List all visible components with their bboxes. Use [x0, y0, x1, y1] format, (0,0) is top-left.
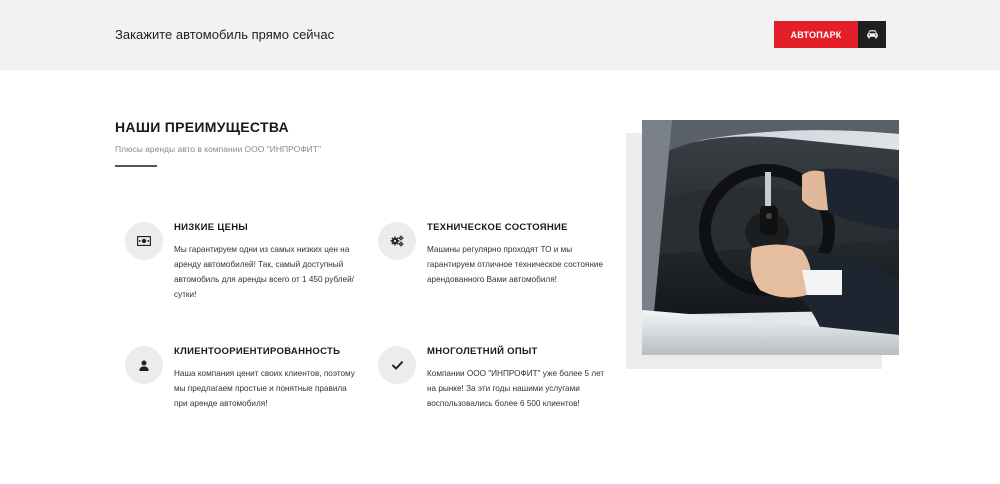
section-divider [115, 165, 157, 167]
money-icon [125, 222, 163, 260]
feature-title: КЛИЕНТООРИЕНТИРОВАННОСТЬ [174, 346, 341, 357]
feature-title: НИЗКИЕ ЦЕНЫ [174, 222, 248, 233]
check-icon [378, 346, 416, 384]
feature-text: Мы гарантируем одни из самых низких цен … [174, 245, 354, 299]
car-icon [858, 21, 886, 48]
feature-title: МНОГОЛЕТНИЙ ОПЫТ [427, 346, 538, 357]
feature-text: Машины регулярно проходят ТО и мы гарант… [427, 245, 604, 284]
user-icon [125, 346, 163, 384]
section-title: НАШИ ПРЕИМУЩЕСТВА [115, 119, 289, 135]
topbar-cta-text: Закажите автомобиль прямо сейчас [115, 27, 335, 42]
car-key-photo [642, 120, 899, 355]
fleet-button-label: АВТОПАРК [774, 21, 858, 48]
top-bar: Закажите автомобиль прямо сейчас АВТОПАР… [0, 0, 1000, 70]
fleet-button[interactable]: АВТОПАРК [774, 21, 886, 48]
feature-title: ТЕХНИЧЕСКОЕ СОСТОЯНИЕ [427, 222, 568, 233]
section-subtitle: Плюсы аренды авто в компании ООО "ИНПРОФ… [115, 144, 322, 154]
feature-text: Компании ООО "ИНПРОФИТ" уже более 5 лет … [427, 369, 605, 408]
gears-icon [378, 222, 416, 260]
feature-text: Наша компания ценит своих клиентов, поэт… [174, 369, 355, 408]
